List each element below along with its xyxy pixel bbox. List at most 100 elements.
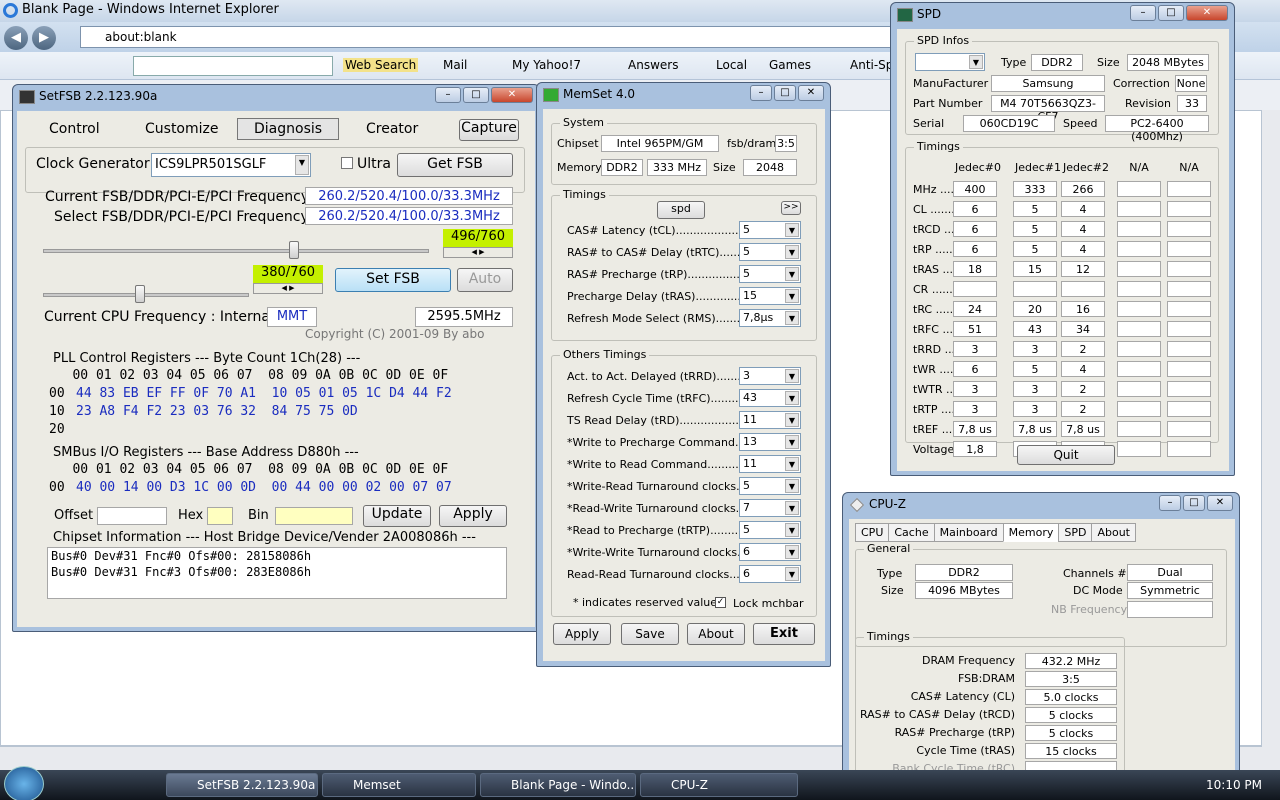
maximize-icon[interactable]: □ (1183, 495, 1205, 511)
spd-button[interactable]: spd (657, 201, 705, 219)
nb-frequency-label: NB Frequency (1051, 603, 1128, 616)
close-icon[interactable]: ✕ (1207, 495, 1233, 511)
timing-select[interactable]: 5 ▼ (739, 221, 801, 239)
tab-cache[interactable]: Cache (888, 523, 935, 542)
timing-select[interactable]: 15 ▼ (739, 287, 801, 305)
spd-cell: 34 (1061, 321, 1105, 337)
minimize-icon[interactable]: – (750, 85, 772, 101)
manufacturer-label: ManuFacturer (913, 77, 989, 90)
revision-value: 33 (1177, 95, 1207, 112)
chevron-down-icon: ▼ (785, 223, 799, 237)
close-icon[interactable]: ✕ (491, 87, 533, 103)
other-timing-select[interactable]: 6 ▼ (739, 543, 801, 561)
maximize-icon[interactable]: □ (774, 85, 796, 101)
answers-link[interactable]: Answers (628, 58, 678, 72)
exit-button[interactable]: Exit (753, 623, 815, 645)
other-timing-value: 6 (743, 567, 750, 580)
set-fsb-button[interactable]: Set FSB (335, 268, 451, 292)
update-button[interactable]: Update (363, 505, 431, 527)
mail-link[interactable]: Mail (443, 58, 467, 72)
auto-button[interactable]: Auto (457, 268, 513, 292)
other-timing-select[interactable]: 7 ▼ (739, 499, 801, 517)
other-timing-select[interactable]: 43 ▼ (739, 389, 801, 407)
other-timing-select[interactable]: 6 ▼ (739, 565, 801, 583)
other-timing-select[interactable]: 5 ▼ (739, 521, 801, 539)
bin-input[interactable] (275, 507, 353, 525)
tab-spd[interactable]: SPD (1058, 523, 1093, 542)
spd-cell: 2 (1061, 401, 1105, 417)
back-icon[interactable]: ◀ (4, 26, 28, 50)
chevron-down-icon: ▼ (785, 245, 799, 259)
get-fsb-button[interactable]: Get FSB (397, 153, 513, 177)
timing-select[interactable]: 7,8µs ▼ (739, 309, 801, 327)
spd-cell (1167, 381, 1211, 397)
address-input[interactable]: about:blank (80, 26, 900, 48)
tab-customize[interactable]: Customize (145, 121, 219, 137)
hex-input[interactable] (207, 507, 233, 525)
spd-cell (1167, 401, 1211, 417)
other-timing-select[interactable]: 13 ▼ (739, 433, 801, 451)
games-link[interactable]: Games (769, 58, 811, 72)
type-value: DDR2 (1031, 54, 1083, 71)
other-timing-select[interactable]: 11 ▼ (739, 455, 801, 473)
capture-button[interactable]: Capture (459, 119, 519, 141)
vertical-scrollbar[interactable] (1262, 110, 1280, 770)
minimize-icon[interactable]: – (435, 87, 461, 103)
apply-button[interactable]: Apply (553, 623, 611, 645)
fsb-spinner-icon[interactable]: ◀ ▶ (443, 247, 513, 258)
task-cpuz[interactable]: CPU-Z (640, 773, 798, 797)
dimm-select[interactable]: ▼ (915, 53, 985, 71)
my-yahoo-link[interactable]: My Yahoo!7 (512, 58, 581, 72)
start-button[interactable] (4, 766, 44, 800)
quit-button[interactable]: Quit (1017, 445, 1115, 465)
save-button[interactable]: Save (621, 623, 679, 645)
pcie-slider-track[interactable] (43, 293, 249, 297)
pcie-spinner-icon[interactable]: ◀ ▶ (253, 283, 323, 294)
web-search-button[interactable]: Web Search (343, 58, 419, 72)
spd-cell (1117, 221, 1161, 237)
timing-label: RAS# to CAS# Delay (tRTC).......... (567, 246, 755, 259)
close-icon[interactable]: ✕ (1186, 5, 1228, 21)
forward-icon[interactable]: ▶ (32, 26, 56, 50)
tab-mainboard[interactable]: Mainboard (933, 523, 1004, 542)
local-link[interactable]: Local (716, 58, 747, 72)
pcie-slider-thumb[interactable] (135, 285, 145, 303)
tab-memory[interactable]: Memory (1002, 523, 1060, 542)
serial-value: 060CD19C (963, 115, 1055, 132)
more-button[interactable]: >> (781, 201, 801, 215)
anti-spy-link[interactable]: Anti-Sp (850, 58, 893, 72)
task-ie[interactable]: Blank Page - Windo... (480, 773, 636, 797)
ultra-checkbox[interactable] (341, 157, 353, 169)
other-timing-select[interactable]: 11 ▼ (739, 411, 801, 429)
timing-select[interactable]: 5 ▼ (739, 265, 801, 283)
other-timing-select[interactable]: 3 ▼ (739, 367, 801, 385)
tab-creator[interactable]: Creator (366, 121, 418, 137)
speed-value: PC2-6400 (400Mhz) (1105, 115, 1209, 143)
spd-title: SPD (917, 7, 942, 21)
about-button[interactable]: About (687, 623, 745, 645)
tab-about[interactable]: About (1091, 523, 1136, 542)
lock-mchbar-checkbox[interactable]: ✓ (715, 597, 726, 608)
timing-select[interactable]: 5 ▼ (739, 243, 801, 261)
toolbar-search-input[interactable] (133, 56, 333, 76)
minimize-icon[interactable]: – (1130, 5, 1156, 21)
mmt-select[interactable]: MMT (267, 307, 317, 327)
minimize-icon[interactable]: – (1159, 495, 1181, 511)
tab-diagnosis[interactable]: Diagnosis (237, 118, 340, 140)
smbus-row-values: 40 00 14 00 D3 1C 00 0D 00 44 00 00 02 0… (76, 480, 452, 495)
maximize-icon[interactable]: □ (463, 87, 489, 103)
maximize-icon[interactable]: □ (1158, 5, 1184, 21)
tab-cpu[interactable]: CPU (855, 523, 890, 542)
task-setfsb[interactable]: SetFSB 2.2.123.90a (166, 773, 318, 797)
other-timing-select[interactable]: 5 ▼ (739, 477, 801, 495)
fsb-slider-thumb[interactable] (289, 241, 299, 259)
other-timing-value: 3 (743, 369, 750, 382)
fsb-slider-track[interactable] (43, 249, 429, 253)
clock-generator-select[interactable]: ICS9LPR501SGLF ▼ (151, 153, 311, 177)
close-icon[interactable]: ✕ (798, 85, 824, 101)
offset-input[interactable] (97, 507, 167, 525)
apply-button[interactable]: Apply (439, 505, 507, 527)
size-label: Size (881, 584, 904, 597)
tab-control[interactable]: Control (49, 121, 100, 137)
task-memset[interactable]: Memset (322, 773, 476, 797)
